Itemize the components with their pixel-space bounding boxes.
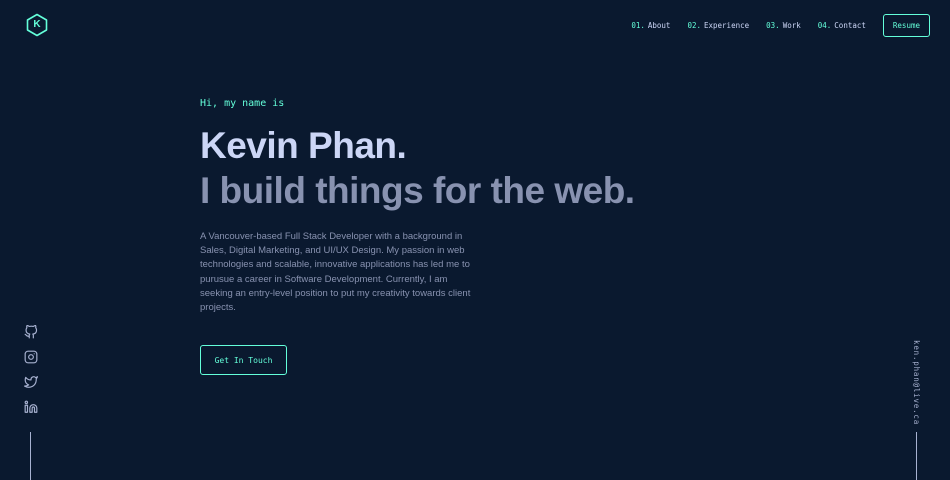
left-rail-line [30,432,31,480]
email-link[interactable]: ken.phan@live.ca [911,340,921,425]
logo-link[interactable]: K [25,13,49,37]
nav-item-about[interactable]: 01. About [631,21,670,30]
resume-button[interactable]: Resume [882,14,930,37]
hero-section: Hi, my name is Kevin Phan. I build thing… [200,98,800,325]
nav-item-label: Contact [834,21,866,30]
logo-letter: K [33,19,41,30]
main-nav: 01. About 02. Experience 03. Work 04. Co… [631,14,930,37]
linkedin-icon [24,400,38,413]
instagram-icon [24,350,38,364]
twitter-link[interactable] [24,375,38,389]
instagram-link[interactable] [24,350,38,364]
nav-item-number: 01. [631,21,645,30]
nav-item-contact[interactable]: 04. Contact [818,21,866,30]
github-link[interactable] [24,325,38,339]
nav-item-number: 04. [817,21,832,30]
hero-greeting: Hi, my name is [200,98,285,109]
nav-item-label: Experience [703,21,750,30]
github-icon [24,325,38,339]
twitter-icon [24,376,38,388]
portfolio-page: K 01. About 02. Experience 03. Work 04. … [0,0,950,480]
nav-item-work[interactable]: 03. Work [766,21,801,30]
linkedin-link[interactable] [24,400,38,414]
nav-item-experience[interactable]: 02. Experience [687,21,749,30]
hero-name: Kevin Phan. [200,125,407,166]
nav-item-label: Work [782,21,801,30]
nav-item-number: 03. [766,21,780,30]
nav-item-number: 02. [687,21,701,30]
hero-tagline: I build things for the web. [200,170,635,211]
nav-item-label: About [647,21,671,30]
right-rail-line [916,432,917,480]
hero-intro: A Vancouver-based Full Stack Developer w… [200,231,471,314]
social-links [24,325,38,425]
get-in-touch-button[interactable]: Get In Touch [200,345,287,375]
